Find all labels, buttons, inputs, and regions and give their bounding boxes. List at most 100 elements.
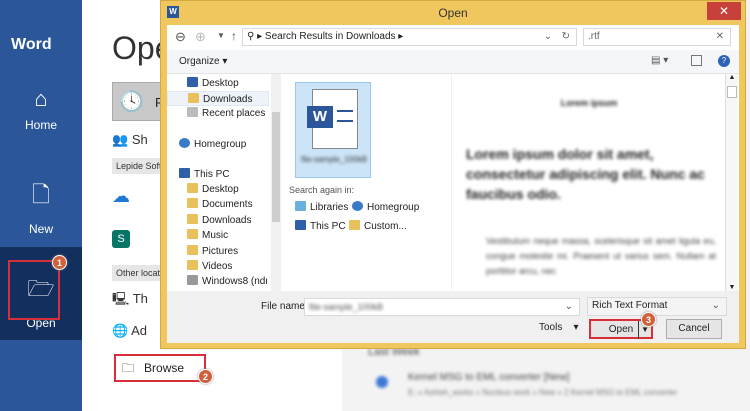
history-dropdown-icon[interactable]: ▼: [217, 31, 225, 40]
file-name-input[interactable]: file-sample_100kB ⌄: [304, 298, 580, 316]
sharepoint-icon[interactable]: S: [112, 230, 130, 248]
cancel-button[interactable]: Cancel: [666, 319, 722, 339]
folder-icon: [187, 198, 198, 208]
tree-pc-windows8[interactable]: Windows8 (ndrw: [187, 274, 267, 289]
preview-heading: Lorem ipsum: [560, 98, 618, 108]
address-row: ⊖ ⊕ ▼ ↑ ⚲ ▸ Search Results in Downloads …: [167, 25, 739, 50]
tools-label: Tools: [539, 322, 563, 333]
this-pc-label: Th: [132, 291, 148, 306]
help-icon[interactable]: ?: [718, 55, 730, 67]
file-type-value: Rich Text Format: [592, 300, 668, 311]
up-icon[interactable]: ↑: [231, 29, 237, 43]
clear-search-icon[interactable]: ✕: [716, 29, 724, 45]
backstage-nav: Word ⌂ Home 🗋 New 🗁 Open: [0, 0, 82, 411]
toolbar: Organize ▾ ▤ ▾ ?: [167, 50, 739, 74]
file-name-label: File name:: [261, 301, 308, 312]
people-icon: 👥: [112, 132, 129, 147]
shared-label: Sh: [131, 132, 148, 147]
homegroup-icon: [179, 138, 190, 148]
open-dialog: W Open ✕ ⊖ ⊕ ▼ ↑ ⚲ ▸ Search Results in D…: [160, 0, 746, 349]
file-icon: [376, 376, 388, 388]
tree-pc-documents[interactable]: Documents: [187, 197, 253, 212]
add-place-label: Ad: [131, 323, 147, 338]
tree-label: Music: [202, 230, 229, 241]
tree-desktop[interactable]: Desktop: [187, 76, 239, 91]
nav-new[interactable]: 🗋 New: [0, 178, 82, 236]
tree-pc-pictures[interactable]: Pictures: [187, 244, 238, 259]
file-type-select[interactable]: Rich Text Format ⌄: [587, 297, 727, 316]
desktop-icon: [187, 77, 198, 87]
file-list: W file-sample_100kB Search again in: Lib…: [281, 74, 451, 291]
tree-label: Downloads: [202, 215, 252, 226]
search-value: .rtf: [588, 31, 600, 42]
tree-pc-downloads[interactable]: Downloads: [187, 213, 251, 228]
homegroup-icon: [352, 201, 363, 211]
recent-places-icon: [187, 107, 198, 117]
tree-scrollbar[interactable]: [271, 74, 281, 291]
computer-icon: [295, 220, 306, 230]
tree-label: Desktop: [202, 78, 239, 89]
tree-pc-videos[interactable]: Videos: [187, 259, 232, 274]
back-icon[interactable]: ⊖: [175, 29, 186, 45]
file-type-dropdown-icon[interactable]: ⌄: [712, 298, 720, 314]
nav-home-label: Home: [24, 118, 57, 132]
search-input[interactable]: .rtf ✕: [583, 28, 731, 46]
highlight-open: [8, 260, 60, 320]
search-again-label: Search again in:: [289, 185, 355, 195]
link-label: Libraries: [310, 202, 349, 213]
tree-label: Documents: [202, 199, 253, 210]
downloads-folder-icon: [188, 93, 199, 103]
close-button[interactable]: ✕: [707, 2, 741, 20]
preview-body: Vestibulum neque massa, scelerisque sit …: [486, 236, 716, 276]
open-label: Open: [608, 324, 634, 335]
address-dropdown-icon[interactable]: ⌄: [544, 29, 552, 45]
step-badge-1: 1: [52, 255, 67, 270]
tree-pc-music[interactable]: Music: [187, 228, 228, 243]
organize-button[interactable]: Organize ▾: [179, 56, 227, 67]
browse-label: Browse: [144, 361, 185, 375]
recent-file-name[interactable]: Kernel MSG to EML converter [New]: [408, 372, 569, 383]
search-icon: ⚲: [247, 31, 255, 42]
tree-downloads[interactable]: Downloads: [167, 91, 269, 106]
preview-big-text: Lorem ipsum dolor sit amet, consectetur …: [466, 146, 705, 202]
view-options-icon[interactable]: ▤ ▾: [651, 55, 668, 66]
search-this-pc-link[interactable]: This PC: [295, 220, 346, 232]
file-name-dropdown-icon[interactable]: ⌄: [565, 299, 573, 315]
word-document-icon: W: [307, 89, 358, 149]
organize-label: Organize: [179, 56, 220, 67]
search-homegroup-link[interactable]: Homegroup: [352, 201, 419, 213]
dialog-title: Open: [438, 6, 468, 20]
tree-label: Homegroup: [194, 139, 247, 150]
navigation-pane: Desktop Downloads Recent places Homegrou…: [167, 74, 281, 291]
cancel-label: Cancel: [678, 323, 710, 334]
link-label: Homegroup: [367, 202, 420, 213]
network-drive-icon: [187, 275, 198, 285]
app-name: Word: [11, 36, 52, 53]
computer-icon: 🖳: [112, 291, 130, 306]
preview-scrollbar[interactable]: ▲ ▼: [725, 74, 738, 291]
nav-home[interactable]: ⌂ Home: [0, 86, 82, 132]
tree-homegroup[interactable]: Homegroup: [179, 137, 246, 152]
tree-recent-places[interactable]: Recent places: [187, 106, 265, 121]
address-bar[interactable]: ⚲ ▸ Search Results in Downloads ▸ ⌄ ↻: [242, 28, 577, 46]
file-item[interactable]: W file-sample_100kB: [295, 82, 371, 178]
tree-this-pc[interactable]: This PC: [179, 167, 230, 182]
tree-label: Pictures: [202, 246, 239, 257]
preview-pane-icon[interactable]: [691, 55, 702, 66]
folder-icon: 🗀: [122, 361, 135, 375]
link-label: This PC: [310, 221, 346, 232]
forward-icon[interactable]: ⊕: [195, 29, 206, 45]
tree-label: Recent places: [202, 108, 266, 119]
recent-file-path: E: » Ashish_works » Nucleus work » New »…: [408, 388, 678, 397]
tree-label: Windows8 (ndrw: [202, 276, 267, 287]
search-custom-link[interactable]: Custom...: [349, 220, 407, 232]
refresh-icon[interactable]: ↻: [562, 29, 570, 45]
tree-pc-desktop[interactable]: Desktop: [187, 182, 239, 197]
custom-folder-icon: [349, 220, 360, 230]
file-name-value: file-sample_100kB: [309, 302, 384, 312]
tree-label: This PC: [194, 169, 230, 180]
browse-button[interactable]: 🗀 Browse: [114, 354, 206, 382]
globe-icon: 🌐: [112, 323, 129, 338]
tools-button[interactable]: Tools ▾: [539, 322, 579, 333]
search-libraries-link[interactable]: Libraries: [295, 201, 348, 213]
